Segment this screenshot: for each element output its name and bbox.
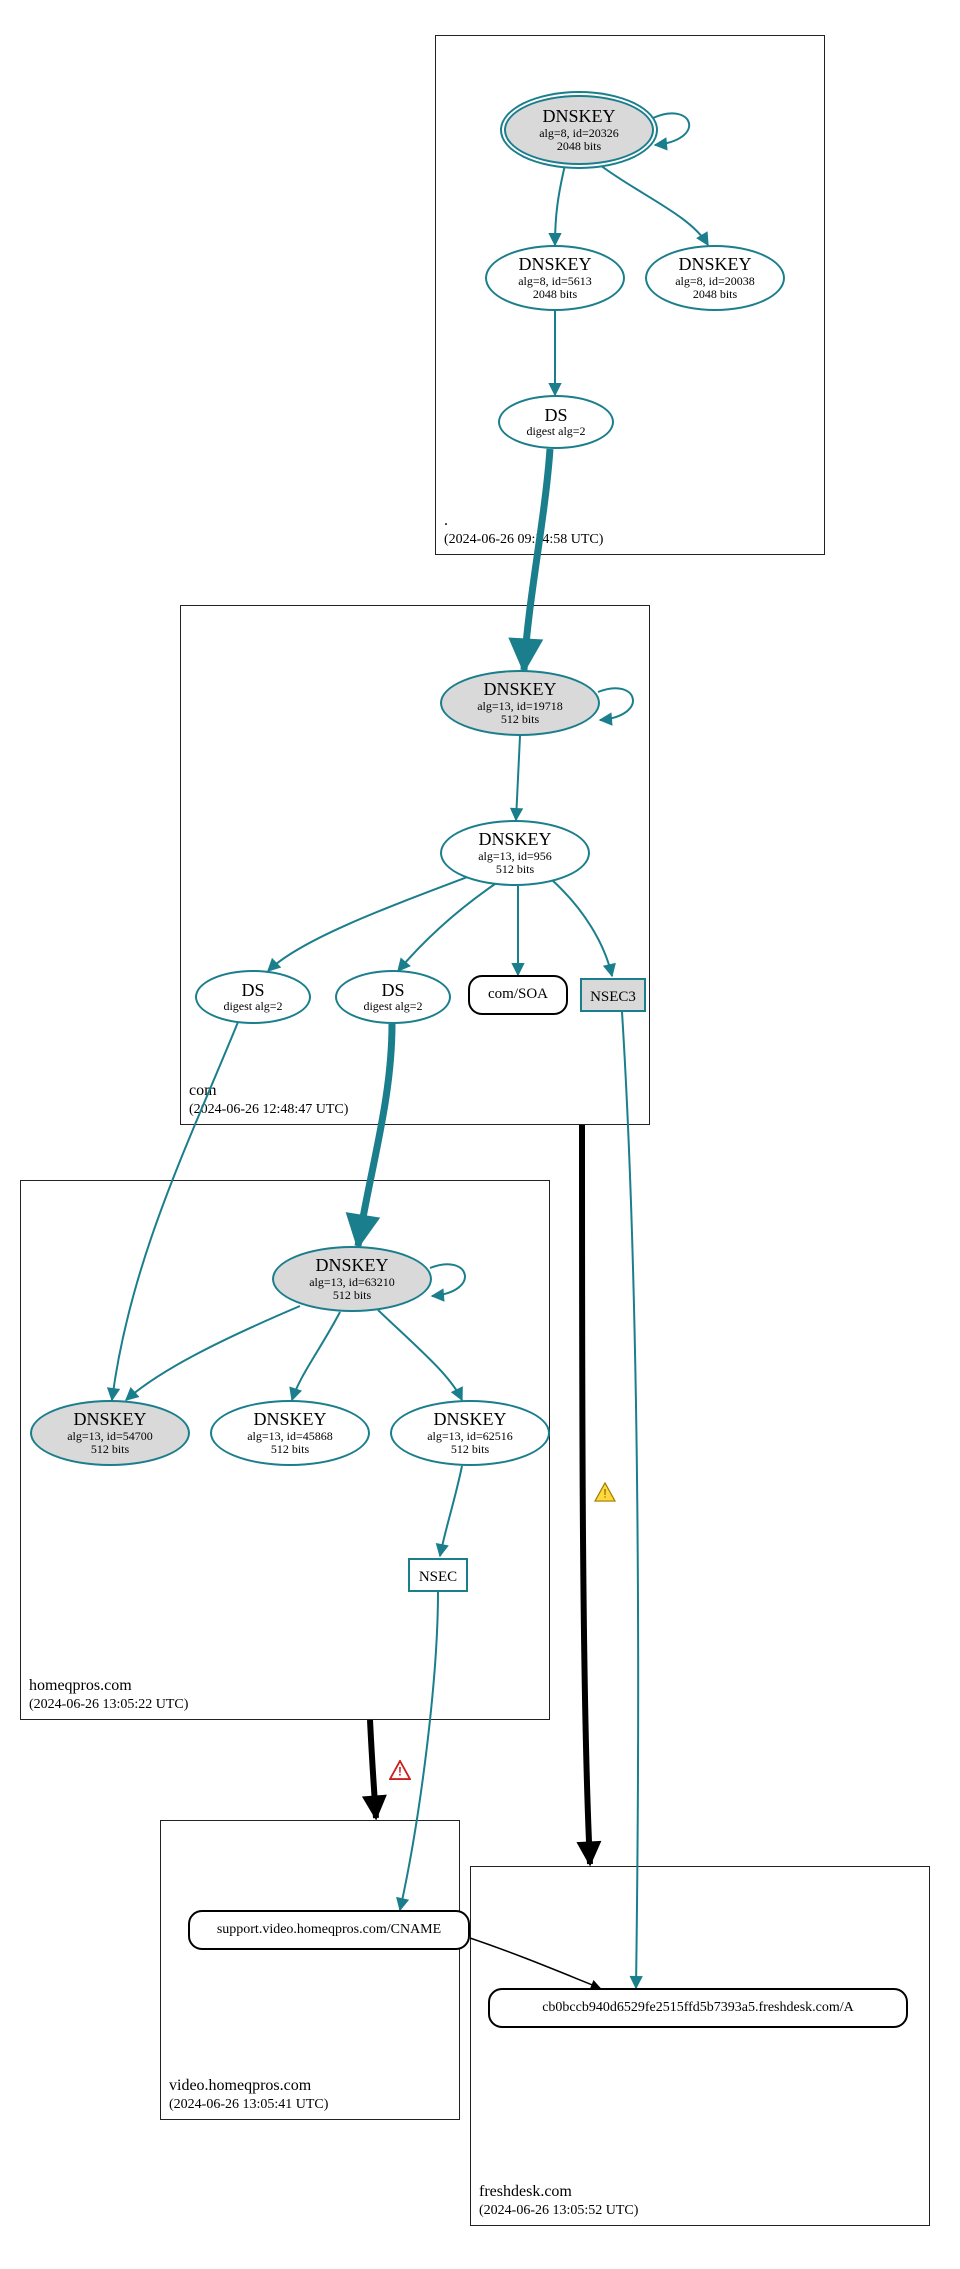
cname-title: support.video.homeqpros.com/CNAME [217, 1922, 441, 1938]
zone-homeqpros-ts: (2024-06-26 13:05:22 UTC) [29, 1696, 188, 1714]
zone-video-name: video.homeqpros.com [169, 2076, 328, 2096]
com-ksk-l2: 512 bits [501, 713, 539, 727]
hq-ksk-l1: alg=13, id=63210 [309, 1276, 395, 1290]
zone-com-name: com [189, 1081, 348, 1101]
hq-k3-l2: 512 bits [451, 1443, 489, 1457]
node-hq-k1[interactable]: DNSKEY alg=13, id=54700 512 bits [30, 1400, 190, 1466]
com-ksk-l1: alg=13, id=19718 [477, 700, 563, 714]
node-com-zsk[interactable]: DNSKEY alg=13, id=956 512 bits [440, 820, 590, 886]
com-zsk-l1: alg=13, id=956 [478, 850, 552, 864]
node-hq-k2[interactable]: DNSKEY alg=13, id=45868 512 bits [210, 1400, 370, 1466]
zone-homeqpros-name: homeqpros.com [29, 1676, 188, 1696]
hq-k1-l2: 512 bits [91, 1443, 129, 1457]
hq-k3-title: DNSKEY [433, 1409, 506, 1430]
node-com-nsec3[interactable]: NSEC3 [580, 978, 646, 1012]
root-ds-title: DS [544, 405, 567, 426]
zone-freshdesk-name: freshdesk.com [479, 2182, 638, 2202]
node-cname[interactable]: support.video.homeqpros.com/CNAME [188, 1910, 470, 1950]
com-nsec3-title: NSEC3 [590, 989, 636, 1006]
hq-k2-l2: 512 bits [271, 1443, 309, 1457]
zone-root-name: . [444, 511, 603, 531]
com-ds2-title: DS [381, 980, 404, 1001]
zone-com-label: com (2024-06-26 12:48:47 UTC) [189, 1081, 348, 1119]
hq-k1-l1: alg=13, id=54700 [67, 1430, 153, 1444]
hq-k2-l1: alg=13, id=45868 [247, 1430, 333, 1444]
zone-video-ts: (2024-06-26 13:05:41 UTC) [169, 2096, 328, 2114]
com-zsk-title: DNSKEY [478, 829, 551, 850]
warning-icon: ! [594, 1482, 616, 1502]
node-hq-ksk[interactable]: DNSKEY alg=13, id=63210 512 bits [272, 1246, 432, 1312]
root-ksk-l1: alg=8, id=20326 [539, 127, 619, 141]
hq-ksk-l2: 512 bits [333, 1289, 371, 1303]
root-ksk-l2: 2048 bits [557, 140, 601, 154]
svg-text:!: ! [603, 1486, 606, 1500]
zone-freshdesk-label: freshdesk.com (2024-06-26 13:05:52 UTC) [479, 2182, 638, 2220]
svg-text:!: ! [398, 1764, 402, 1778]
zone-root-ts: (2024-06-26 09:54:58 UTC) [444, 531, 603, 549]
zone-freshdesk: freshdesk.com (2024-06-26 13:05:52 UTC) [470, 1866, 930, 2226]
node-hq-k3[interactable]: DNSKEY alg=13, id=62516 512 bits [390, 1400, 550, 1466]
com-ksk-title: DNSKEY [483, 679, 556, 700]
root-zsk1-l2: 2048 bits [533, 288, 577, 302]
hq-k1-title: DNSKEY [73, 1409, 146, 1430]
com-ds1-l1: digest alg=2 [223, 1000, 282, 1014]
root-zsk2-title: DNSKEY [678, 254, 751, 275]
node-root-ds[interactable]: DS digest alg=2 [498, 395, 614, 449]
zone-root-label: . (2024-06-26 09:54:58 UTC) [444, 511, 603, 549]
root-zsk1-title: DNSKEY [518, 254, 591, 275]
root-zsk2-l1: alg=8, id=20038 [675, 275, 755, 289]
node-com-ds2[interactable]: DS digest alg=2 [335, 970, 451, 1024]
hq-ksk-title: DNSKEY [315, 1255, 388, 1276]
node-root-ksk[interactable]: DNSKEY alg=8, id=20326 2048 bits [504, 95, 654, 165]
node-root-zsk2[interactable]: DNSKEY alg=8, id=20038 2048 bits [645, 245, 785, 311]
com-zsk-l2: 512 bits [496, 863, 534, 877]
com-soa-title: com/SOA [488, 986, 548, 1003]
node-com-ds1[interactable]: DS digest alg=2 [195, 970, 311, 1024]
zone-freshdesk-ts: (2024-06-26 13:05:52 UTC) [479, 2202, 638, 2220]
root-ksk-title: DNSKEY [542, 106, 615, 127]
zone-video: video.homeqpros.com (2024-06-26 13:05:41… [160, 1820, 460, 2120]
com-ds1-title: DS [241, 980, 264, 1001]
node-com-ksk[interactable]: DNSKEY alg=13, id=19718 512 bits [440, 670, 600, 736]
node-hq-nsec[interactable]: NSEC [408, 1558, 468, 1592]
root-zsk1-l1: alg=8, id=5613 [518, 275, 592, 289]
a-rec-title: cb0bccb940d6529fe2515ffd5b7393a5.freshde… [542, 2000, 854, 2016]
node-root-zsk1[interactable]: DNSKEY alg=8, id=5613 2048 bits [485, 245, 625, 311]
zone-video-label: video.homeqpros.com (2024-06-26 13:05:41… [169, 2076, 328, 2114]
zone-com-ts: (2024-06-26 12:48:47 UTC) [189, 1101, 348, 1119]
root-zsk2-l2: 2048 bits [693, 288, 737, 302]
error-icon: ! [389, 1760, 411, 1780]
zone-homeqpros-label: homeqpros.com (2024-06-26 13:05:22 UTC) [29, 1676, 188, 1714]
node-com-soa[interactable]: com/SOA [468, 975, 568, 1015]
com-ds2-l1: digest alg=2 [363, 1000, 422, 1014]
hq-k3-l1: alg=13, id=62516 [427, 1430, 513, 1444]
hq-nsec-title: NSEC [419, 1569, 457, 1586]
root-ds-l1: digest alg=2 [526, 425, 585, 439]
node-a-record[interactable]: cb0bccb940d6529fe2515ffd5b7393a5.freshde… [488, 1988, 908, 2028]
hq-k2-title: DNSKEY [253, 1409, 326, 1430]
